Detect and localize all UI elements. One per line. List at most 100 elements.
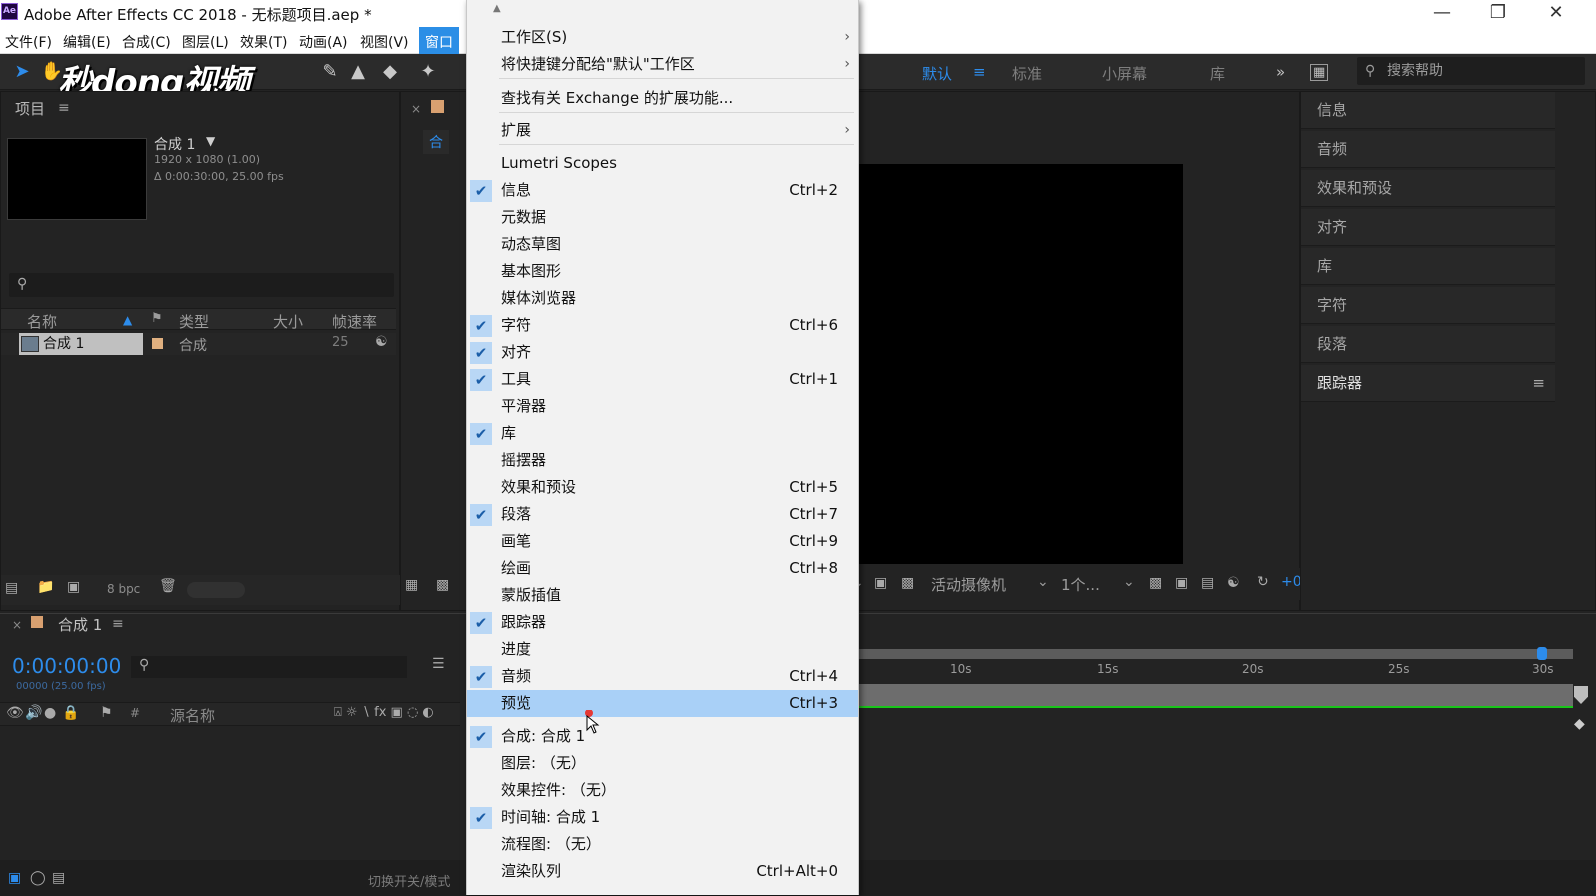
window-menu-item[interactable]: 工作区(S) › — [467, 24, 858, 51]
solo-icon[interactable]: ● — [44, 705, 56, 721]
window-menu-item[interactable]: ✔ 对齐 — [467, 339, 858, 366]
more-workspaces-icon[interactable]: » — [1276, 63, 1285, 81]
label-color-swatch[interactable] — [152, 338, 163, 349]
column-size[interactable]: 大小 — [273, 311, 303, 332]
window-menu-item[interactable]: Lumetri Scopes — [467, 150, 858, 177]
chevron-down-icon[interactable]: ⌄ — [1123, 574, 1135, 590]
camera-select[interactable]: 活动摄像机 — [931, 574, 1006, 595]
audio-icon[interactable]: 🔊 — [25, 705, 42, 721]
scroll-up-icon[interactable]: ▲ — [493, 3, 501, 14]
composition-canvas[interactable] — [846, 164, 1183, 564]
chevron-down-icon[interactable]: ▼ — [206, 134, 215, 148]
workspace-small-screen[interactable]: 小屏幕 — [1102, 63, 1147, 84]
window-menu-item[interactable]: 图层: （无） — [467, 750, 858, 777]
work-area-end-handle[interactable] — [1537, 647, 1547, 660]
window-menu-item[interactable]: 蒙版插值 — [467, 582, 858, 609]
selection-tool-icon[interactable]: ➤ — [10, 60, 34, 84]
menu-layer[interactable]: 图层(L) — [179, 30, 232, 54]
sync-settings-icon[interactable]: ▦ — [1310, 64, 1329, 81]
panel-align[interactable]: 对齐 — [1301, 209, 1555, 246]
menu-window[interactable]: 窗口 — [419, 27, 459, 54]
timeline-tab-title[interactable]: 合成 1 — [58, 614, 102, 635]
window-menu-item[interactable]: ✔ 段落 Ctrl+7 — [467, 501, 858, 528]
timeline-icon[interactable]: ▤ — [1201, 575, 1214, 591]
panel-effects-presets[interactable]: 效果和预设 — [1301, 170, 1555, 207]
fast-preview-icon[interactable]: ▣ — [1175, 575, 1188, 591]
thumbnail-size-slider[interactable] — [187, 582, 245, 598]
window-menu-item[interactable]: ✔ 字符 Ctrl+6 — [467, 312, 858, 339]
toggle-transparency-grid-icon[interactable]: ▦ — [405, 577, 418, 593]
window-menu-item[interactable]: ✔ 信息 Ctrl+2 — [467, 177, 858, 204]
window-menu-item[interactable]: 将快捷键分配给"默认"工作区 › — [467, 51, 858, 78]
window-menu-item[interactable]: ✔ 时间轴: 合成 1 — [467, 804, 858, 831]
window-menu-item[interactable]: 画笔 Ctrl+9 — [467, 528, 858, 555]
window-menu-item[interactable]: 流程图: （无） — [467, 831, 858, 858]
flowchart-icon[interactable]: ☯ — [1227, 575, 1240, 591]
workspace-default[interactable]: 默认 — [922, 63, 952, 84]
column-source-name[interactable]: 源名称 — [170, 705, 215, 726]
window-menu-item[interactable]: 媒体浏览器 — [467, 285, 858, 312]
window-menu-item[interactable]: 元数据 — [467, 204, 858, 231]
exposure-value-icon[interactable]: +0 — [1281, 574, 1302, 590]
window-menu-item[interactable]: 效果和预设 Ctrl+5 — [467, 474, 858, 501]
lock-icon[interactable]: 🔒 — [62, 705, 79, 721]
workspace-library[interactable]: 库 — [1210, 63, 1225, 84]
window-menu-item[interactable]: ✔ 跟踪器 — [467, 609, 858, 636]
label-tag-icon[interactable]: ⚑ — [100, 705, 113, 721]
window-menu-item[interactable]: ✔ 库 — [467, 420, 858, 447]
snapshot-icon[interactable]: ▩ — [436, 577, 449, 593]
menu-edit[interactable]: 编辑(E) — [60, 30, 114, 54]
window-menu-item[interactable]: 进度 — [467, 636, 858, 663]
panel-menu-icon[interactable]: ≡ — [58, 100, 70, 116]
help-search-field[interactable]: ⚲ 搜索帮助 — [1357, 57, 1585, 85]
layer-switches-icons[interactable]: ⍓ ☼ ∖ fx ▣ ◌ ◐ — [334, 705, 434, 720]
workspace-standard[interactable]: 标准 — [1012, 63, 1042, 84]
window-menu-item[interactable]: ✔ 合成: 合成 1 — [467, 723, 858, 750]
window-menu-item[interactable]: ✔ 音频 Ctrl+4 — [467, 663, 858, 690]
panel-character[interactable]: 字符 — [1301, 287, 1555, 324]
project-search-input[interactable]: ⚲ — [9, 273, 394, 297]
menu-composition[interactable]: 合成(C) — [119, 30, 174, 54]
workspace-menu-icon[interactable]: ≡ — [973, 63, 986, 81]
panel-audio[interactable]: 音频 — [1301, 131, 1555, 168]
close-icon[interactable]: × — [12, 618, 22, 632]
window-menu-item[interactable]: 绘画 Ctrl+8 — [467, 555, 858, 582]
pixel-aspect-icon[interactable]: ▩ — [1149, 575, 1162, 591]
eraser-tool-icon[interactable]: ◆ — [378, 60, 402, 84]
menu-animation[interactable]: 动画(A) — [296, 30, 351, 54]
interpret-footage-icon[interactable]: ▤ — [5, 580, 18, 596]
work-area-bar[interactable] — [858, 649, 1573, 659]
new-folder-icon[interactable]: 📁 — [37, 579, 54, 595]
panel-paragraph[interactable]: 段落 — [1301, 326, 1555, 363]
close-icon[interactable]: ✕ — [1536, 2, 1576, 24]
view-layout-select[interactable]: 1个... — [1061, 574, 1100, 595]
window-menu-item[interactable]: 动态草图 — [467, 231, 858, 258]
window-menu-item[interactable]: 摇摆器 — [467, 447, 858, 474]
comp-flowchart-icon[interactable]: ☰ — [432, 656, 445, 672]
brush-tool-icon[interactable]: ✎ — [318, 60, 342, 84]
menu-effect[interactable]: 效果(T) — [237, 30, 290, 54]
sort-ascending-icon[interactable]: ▲ — [123, 313, 132, 327]
window-menu-item[interactable]: 查找有关 Exchange 的扩展功能... — [467, 85, 858, 112]
bpc-label[interactable]: 8 bpc — [107, 582, 140, 596]
eye-icon[interactable]: 👁 — [6, 705, 24, 721]
chevron-down-icon[interactable]: ⌄ — [1037, 574, 1049, 590]
close-icon[interactable]: × — [411, 102, 421, 116]
panel-menu-icon[interactable]: ≡ — [112, 616, 124, 632]
project-panel-title[interactable]: 项目 — [15, 98, 45, 119]
restore-icon[interactable]: ❐ — [1478, 2, 1518, 24]
minimize-icon[interactable]: — — [1422, 2, 1462, 24]
reset-exposure-icon[interactable]: ↻ — [1257, 574, 1269, 590]
window-menu-item[interactable]: 平滑器 — [467, 393, 858, 420]
window-menu-item[interactable]: 扩展 › — [467, 117, 858, 144]
window-menu-item[interactable]: 效果控件: （无） — [467, 777, 858, 804]
render-time-icon[interactable]: ▤ — [52, 870, 65, 886]
layer-duration-bar[interactable] — [858, 684, 1573, 706]
region-of-interest-icon[interactable]: ▣ — [874, 575, 887, 591]
panel-library[interactable]: 库 — [1301, 248, 1555, 285]
label-tag-icon[interactable]: ⚑ — [151, 311, 163, 326]
menu-file[interactable]: 文件(F) — [2, 30, 55, 54]
panel-menu-icon[interactable]: ≡ — [1532, 365, 1545, 402]
project-item-name[interactable]: 合成 1 — [19, 333, 143, 355]
toggle-switches-modes[interactable]: 切换开关/模式 — [368, 871, 450, 890]
